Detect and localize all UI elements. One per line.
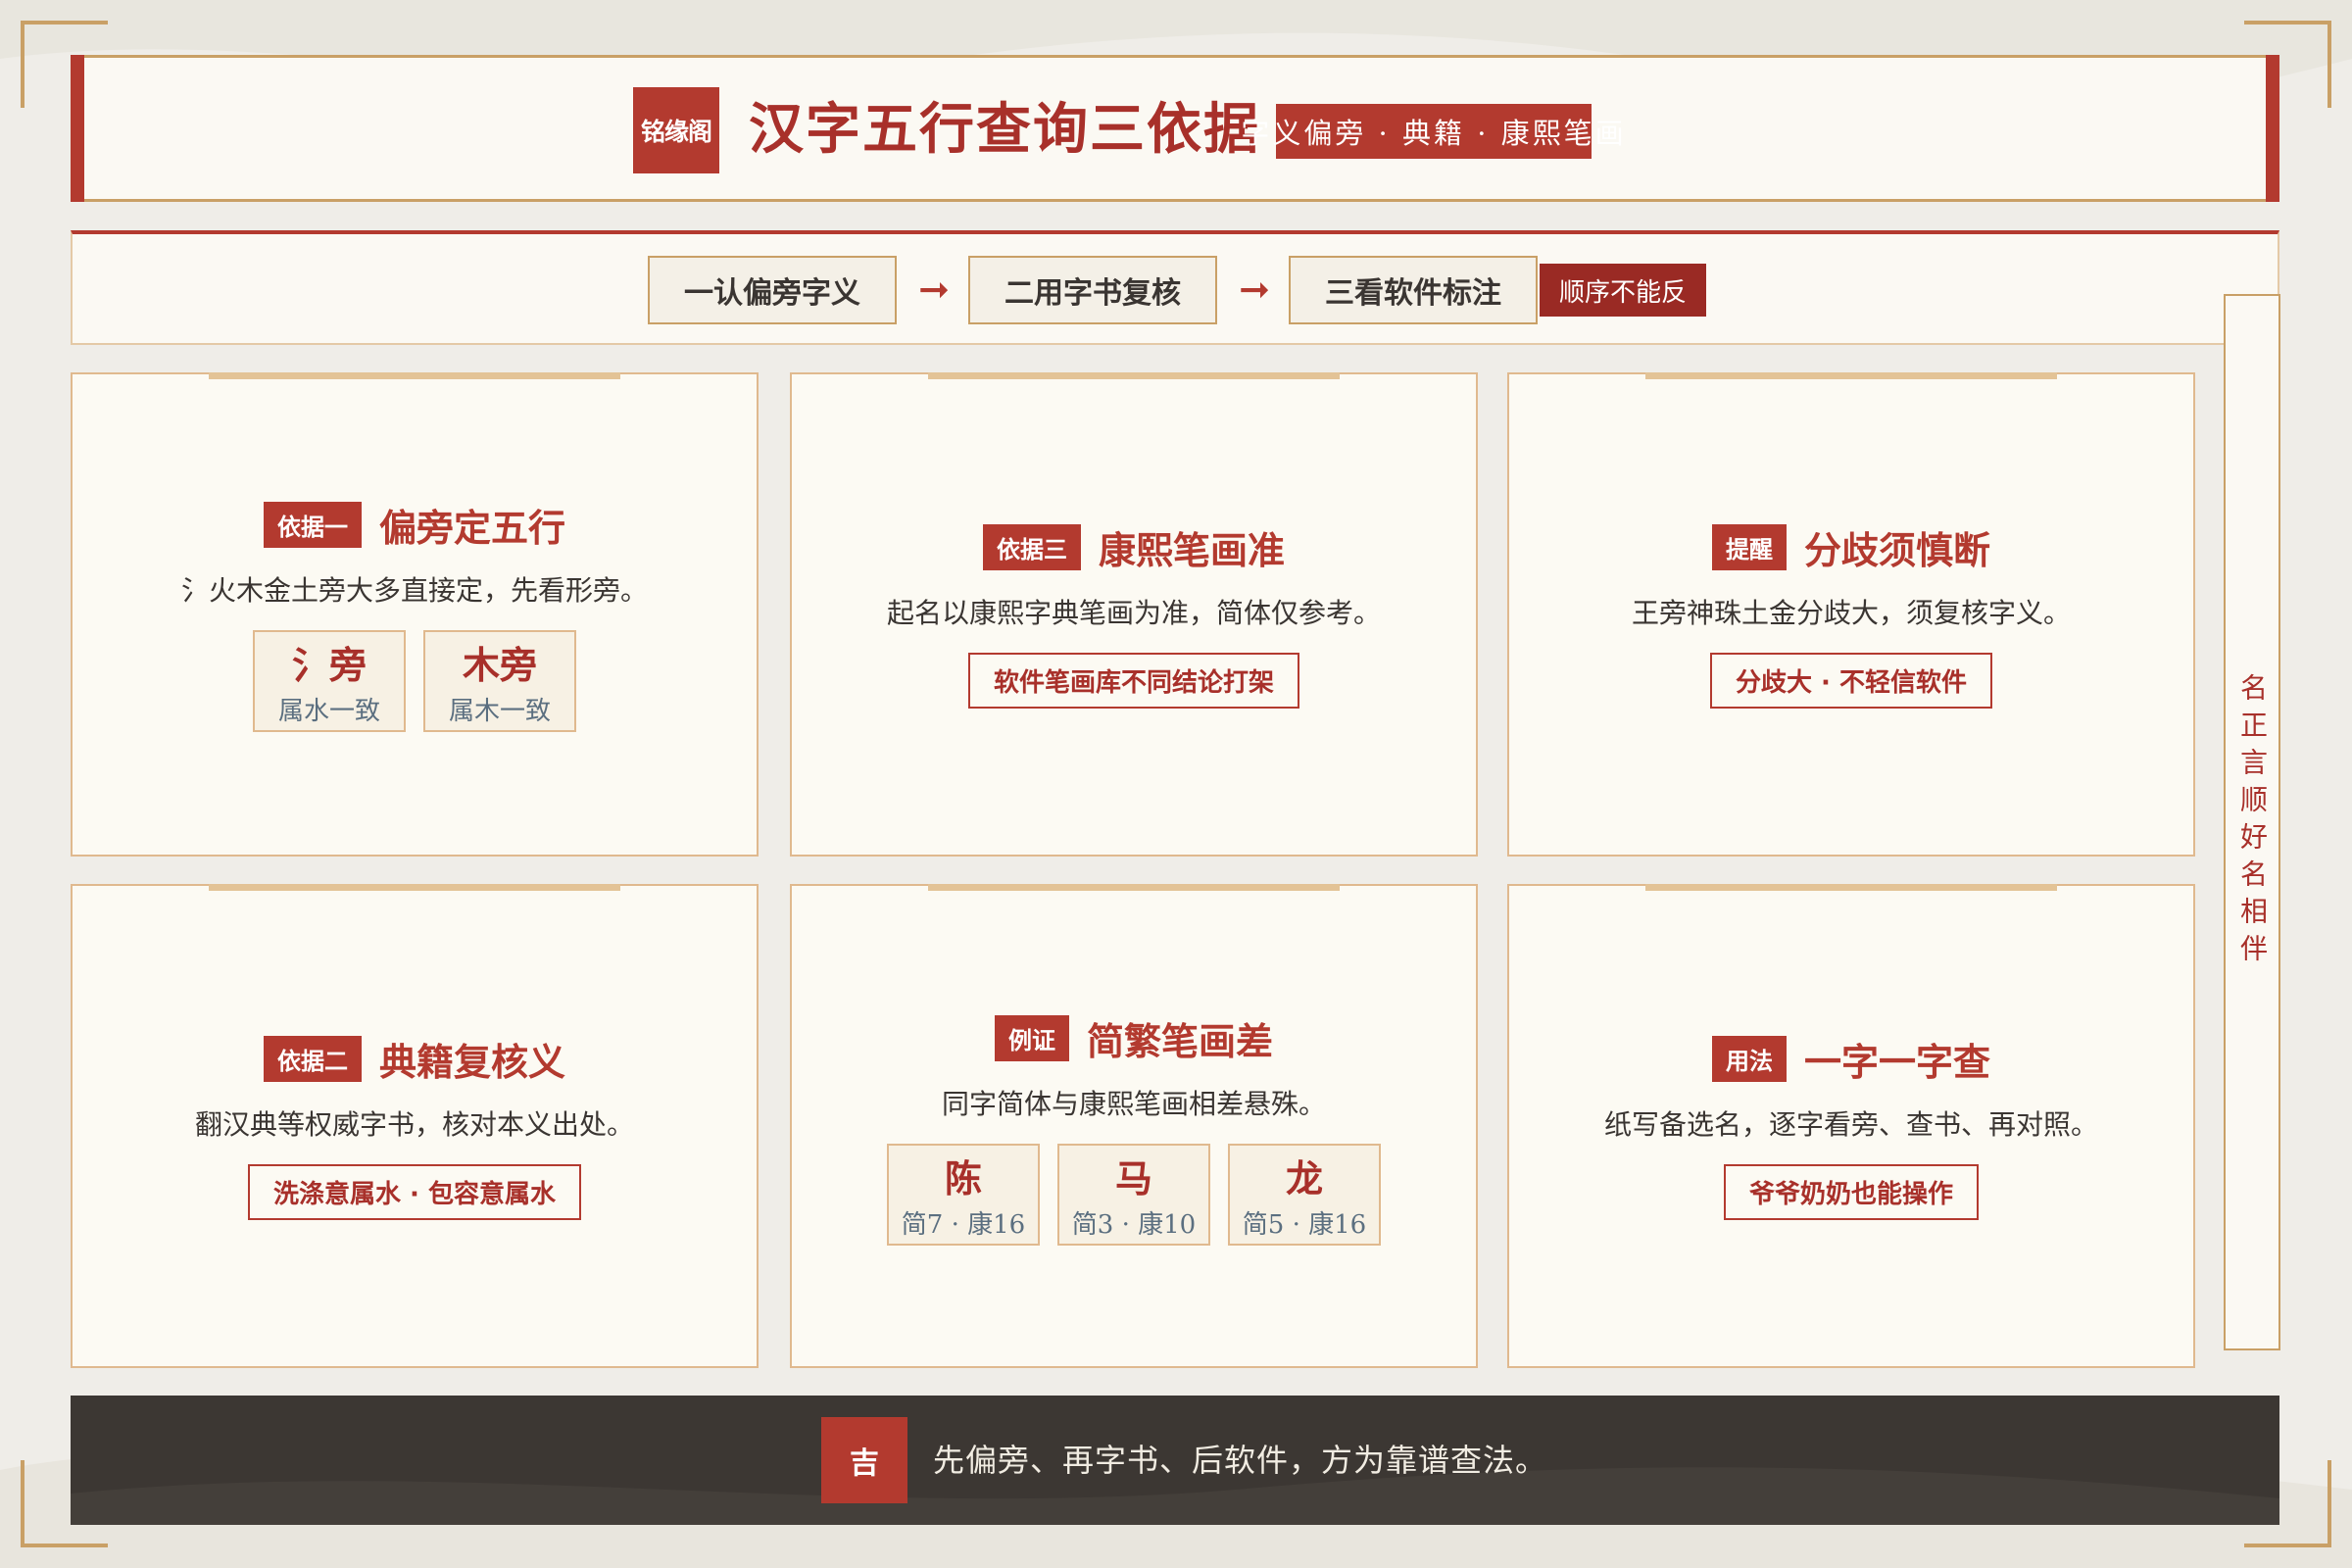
radical-example-char: 木旁 <box>462 643 537 687</box>
card-reminder: 提醒 分歧须慎断 王旁神珠土金分歧大，须复核字义。 分歧大 · 不轻信软件 <box>1507 372 2195 857</box>
card-usage: 用法 一字一字查 纸写备选名，逐字看旁、查书、再对照。 爷爷奶奶也能操作 <box>1507 884 2195 1368</box>
header-accent-bar <box>2266 55 2279 202</box>
radical-example-box: 氵旁 属水一致 <box>253 629 406 732</box>
card-title: 康熙笔画准 <box>1098 529 1285 572</box>
stroke-example-count: 简7 · 康16 <box>901 1210 1026 1240</box>
side-banner-text: 名正言顺好名相伴 <box>2236 673 2269 971</box>
stroke-examples: 陈 简7 · 康16 马 简3 · 康10 龙 简5 · 康16 <box>887 1144 1381 1246</box>
card-example: 例证 简繁笔画差 同字简体与康熙笔画相差悬殊。 陈 简7 · 康16 马 简3 … <box>790 884 1478 1368</box>
card-tag: 例证 <box>994 1015 1069 1061</box>
step-3: 三看软件标注 <box>1289 256 1538 324</box>
card-basis-2: 依据二 典籍复核义 翻汉典等权威字书，核对本义出处。 洗涤意属水 · 包容意属水 <box>71 884 759 1368</box>
process-steps: 一认偏旁字义 ➞ 二用字书复核 ➞ 三看软件标注 顺序不能反 <box>71 230 2279 345</box>
card-title: 典籍复核义 <box>378 1041 565 1084</box>
stroke-example-char: 龙 <box>1285 1157 1323 1200</box>
card-title: 简繁笔画差 <box>1086 1020 1273 1063</box>
card-note-pill: 分歧大 · 不轻信软件 <box>1710 653 1992 709</box>
card-tag: 依据二 <box>263 1036 362 1082</box>
card-tag: 提醒 <box>1711 524 1787 570</box>
footer-text: 先偏旁、再字书、后软件，方为靠谱查法。 <box>933 1442 1548 1479</box>
footer-banner: 吉 先偏旁、再字书、后软件，方为靠谱查法。 <box>71 1396 2279 1525</box>
header-accent-bar <box>71 55 84 202</box>
card-description: 王旁神珠土金分歧大，须复核字义。 <box>1631 597 2071 629</box>
card-title: 一字一字查 <box>1803 1041 1990 1084</box>
page-title: 汉字五行查询三依据 <box>749 98 1260 162</box>
card-tag: 依据一 <box>263 501 362 548</box>
card-tag: 依据三 <box>982 524 1081 570</box>
page-subtitle: 字义偏旁 · 典籍 · 康熙笔画 <box>1241 104 1624 159</box>
card-title: 分歧须慎断 <box>1803 529 1990 572</box>
card-description: 氵火木金土旁大多直接定，先看形旁。 <box>180 573 648 607</box>
stroke-example-count: 简3 · 康10 <box>1071 1210 1197 1240</box>
stroke-example-box: 陈 简7 · 康16 <box>887 1144 1040 1246</box>
brand-seal: 铭缘阁 <box>633 87 719 173</box>
luck-badge: 吉 <box>821 1417 907 1503</box>
arrow-right-icon: ➞ <box>1239 268 1270 311</box>
radical-example-note: 属木一致 <box>448 696 551 726</box>
radical-example-box: 木旁 属木一致 <box>423 629 576 732</box>
card-note-pill: 爷爷奶奶也能操作 <box>1723 1164 1979 1220</box>
card-title: 偏旁定五行 <box>378 506 565 550</box>
card-note-pill: 洗涤意属水 · 包容意属水 <box>248 1164 581 1220</box>
card-basis-1: 依据一 偏旁定五行 氵火木金土旁大多直接定，先看形旁。 氵旁 属水一致 木旁 属… <box>71 372 759 857</box>
card-description: 起名以康熙字典笔画为准，简体仅参考。 <box>886 597 1381 629</box>
card-tag: 用法 <box>1711 1036 1787 1082</box>
card-basis-3: 依据三 康熙笔画准 起名以康熙字典笔画为准，简体仅参考。 软件笔画库不同结论打架 <box>790 372 1478 857</box>
step-1: 一认偏旁字义 <box>648 256 897 324</box>
card-note-pill: 软件笔画库不同结论打架 <box>967 653 1299 709</box>
side-banner: 名正言顺好名相伴 <box>2224 294 2280 1350</box>
card-description: 同字简体与康熙笔画相差悬殊。 <box>941 1088 1326 1120</box>
order-warning-badge: 顺序不能反 <box>1540 264 1706 317</box>
card-description: 纸写备选名，逐字看旁、查书、再对照。 <box>1603 1108 2098 1141</box>
card-description: 翻汉典等权威字书，核对本义出处。 <box>194 1108 634 1141</box>
page-header: 铭缘阁 汉字五行查询三依据 字义偏旁 · 典籍 · 康熙笔画 <box>71 55 2279 202</box>
stroke-example-box: 龙 简5 · 康16 <box>1228 1144 1381 1246</box>
radical-example-note: 属水一致 <box>277 696 380 726</box>
stroke-example-count: 简5 · 康16 <box>1242 1210 1367 1240</box>
radical-examples: 氵旁 属水一致 木旁 属木一致 <box>253 629 576 732</box>
radical-example-char: 氵旁 <box>291 643 367 687</box>
stroke-example-char: 马 <box>1114 1157 1152 1200</box>
stroke-example-box: 马 简3 · 康10 <box>1057 1144 1210 1246</box>
stroke-example-char: 陈 <box>944 1157 982 1200</box>
step-2: 二用字书复核 <box>968 256 1217 324</box>
arrow-right-icon: ➞ <box>918 268 950 311</box>
